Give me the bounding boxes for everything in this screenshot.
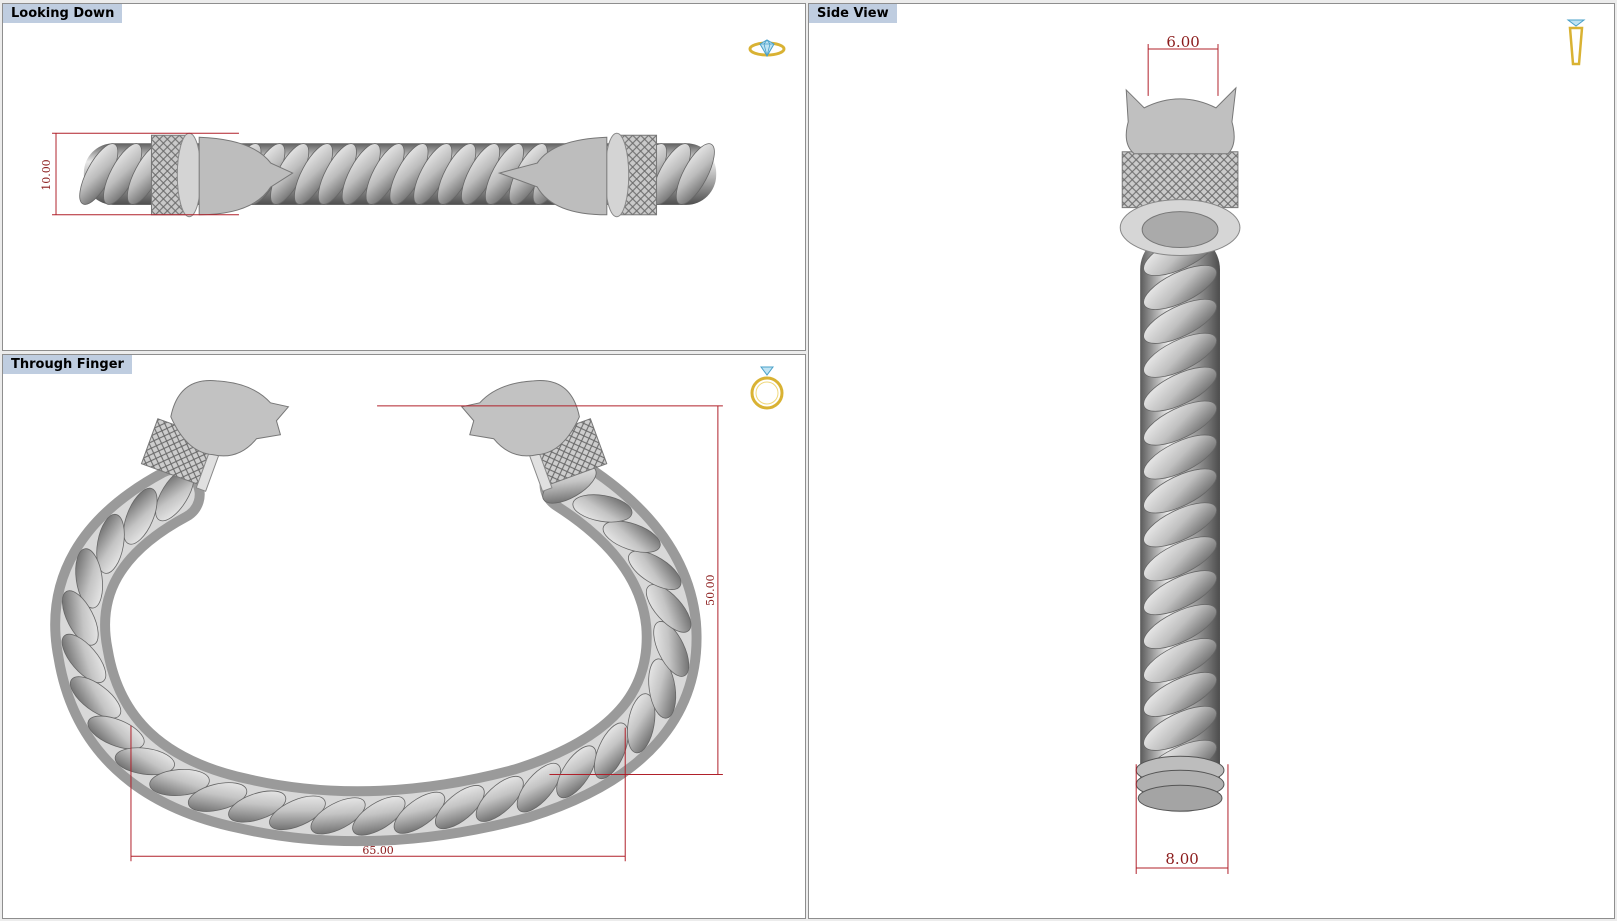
viewport-title: Looking Down [3,4,123,23]
bangle-front-view: 50.00 65.00 [50,380,723,862]
ring-side-icon[interactable] [1561,14,1591,70]
wolf-head [1125,86,1237,155]
gem-ring-top-icon[interactable] [747,36,787,60]
svg-text:50.00: 50.00 [704,574,717,605]
dimension-width-top: 6.00 [1147,33,1219,96]
svg-text:8.00: 8.00 [1165,850,1198,868]
ring-front-icon[interactable] [747,363,787,413]
viewport-side-view[interactable]: 6.00 8.00 Side View [808,3,1615,919]
svg-text:65.00: 65.00 [362,844,393,857]
svg-text:6.00: 6.00 [1166,33,1199,51]
viewport-title: Through Finger [3,355,132,374]
viewport-looking-down[interactable]: 10.00 Looking Down [2,3,806,351]
viewport-title: Side View [809,4,897,23]
rope-end-rings [1135,755,1225,812]
svg-text:10.00: 10.00 [40,159,53,190]
viewport-through-finger[interactable]: 50.00 65.00 Through Finger [2,354,806,919]
bangle-top-view: 10.00 [40,132,717,218]
bangle-side-view: 6.00 8.00 [1119,33,1241,874]
